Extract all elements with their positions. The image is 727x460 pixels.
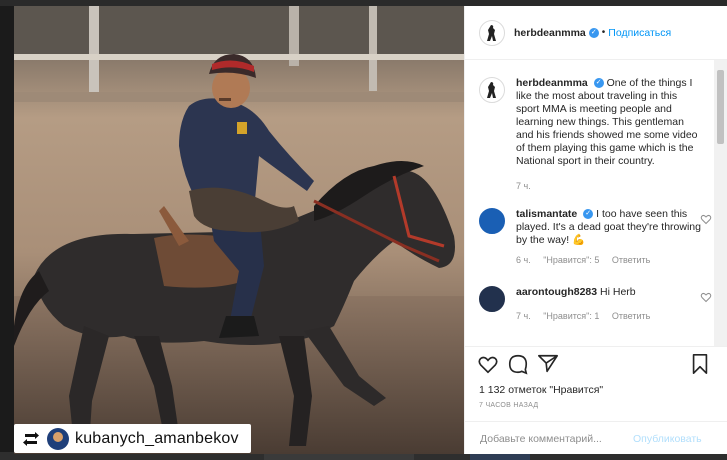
- comment-icon[interactable]: [507, 353, 529, 375]
- avatar: [47, 427, 69, 450]
- caption-text: One of the things I like the most about …: [516, 77, 698, 167]
- publish-button[interactable]: Опубликовать: [633, 433, 702, 445]
- heart-icon[interactable]: [700, 290, 712, 303]
- post-actions: 1 132 отметок "Нравится" 7 ЧАСОВ НАЗАД О…: [465, 346, 727, 454]
- comment-form: Опубликовать: [465, 421, 727, 455]
- comment-username[interactable]: talismantate: [516, 208, 577, 220]
- repost-icon: [21, 431, 41, 447]
- avatar[interactable]: [479, 77, 505, 103]
- action-bar: [477, 353, 717, 377]
- caption: herbdeanmma ✓ One of the things I like t…: [479, 77, 703, 191]
- caption-username[interactable]: herbdeanmma: [516, 77, 588, 89]
- post-header: herbdeanmma ✓ • Подписаться: [465, 6, 727, 60]
- heart-icon[interactable]: [700, 212, 712, 225]
- repost-badge[interactable]: kubanych_amanbekov: [14, 424, 251, 453]
- avatar[interactable]: [479, 286, 505, 312]
- heart-icon[interactable]: [477, 353, 499, 375]
- avatar[interactable]: [479, 208, 505, 234]
- caption-time[interactable]: 7 ч.: [516, 181, 531, 191]
- comment-input[interactable]: [478, 431, 632, 446]
- post-photo: [14, 6, 464, 454]
- post-side-panel: herbdeanmma ✓ • Подписаться herbdeanmma …: [464, 6, 727, 454]
- separator-dot: •: [601, 27, 606, 38]
- header-username[interactable]: herbdeanmma: [514, 27, 586, 39]
- verified-icon: ✓: [593, 78, 604, 89]
- avatar[interactable]: [479, 19, 505, 46]
- verified-icon: ✓: [583, 209, 594, 220]
- scrollbar-thumb[interactable]: [717, 70, 724, 144]
- comment-likes[interactable]: "Нравится": 5: [543, 255, 599, 265]
- list-item: talismantate ✓ I too have seen this play…: [479, 208, 712, 265]
- comment-time[interactable]: 6 ч.: [516, 255, 531, 265]
- backdrop-thumbnail[interactable]: [264, 453, 414, 460]
- post-timestamp[interactable]: 7 ЧАСОВ НАЗАД: [479, 402, 538, 409]
- likes-count[interactable]: 1 132 отметок "Нравится": [479, 384, 603, 396]
- comment-username[interactable]: aarontough8283: [516, 286, 597, 298]
- comment-text: Hi Herb: [600, 286, 636, 298]
- comment-likes[interactable]: "Нравится": 1: [543, 311, 599, 321]
- reply-button[interactable]: Ответить: [612, 311, 650, 321]
- verified-icon: ✓: [588, 27, 599, 38]
- comments-list[interactable]: herbdeanmma ✓ One of the things I like t…: [465, 60, 715, 346]
- horse-rider-photo: [14, 6, 464, 454]
- comment-time[interactable]: 7 ч.: [516, 311, 531, 321]
- share-icon[interactable]: [537, 353, 559, 375]
- bookmark-icon[interactable]: [689, 353, 711, 375]
- follow-button[interactable]: Подписаться: [608, 27, 671, 39]
- repost-username[interactable]: kubanych_amanbekov: [75, 430, 239, 448]
- reply-button[interactable]: Ответить: [612, 255, 650, 265]
- list-item: aarontough8283 Hi Herb 7 ч. "Нравится": …: [479, 286, 712, 321]
